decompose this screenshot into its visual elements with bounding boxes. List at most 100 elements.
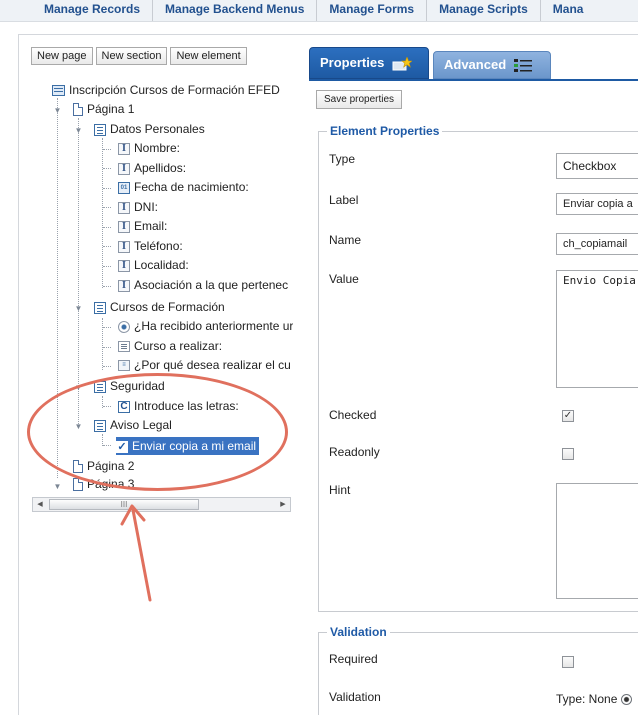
section-icon [94,380,106,393]
tree-node-aviso-legal[interactable]: Aviso Legal [94,417,172,434]
validation-label: Validation [329,690,381,704]
nav-manage-forms[interactable]: Manage Forms [317,0,428,21]
tree-node-form[interactable]: Inscripción Cursos de Formación EFED [52,82,280,99]
tab-properties[interactable]: Properties [309,47,429,79]
tree-node-label: Localidad: [134,258,189,272]
tree-node-recibido[interactable]: ¿Ha recibido anteriormente ur [118,318,293,335]
tab-underline [309,79,643,81]
tree-node-por-que[interactable]: ≡ ¿Por qué desea realizar el cu [118,357,293,374]
nav-manage-scripts[interactable]: Manage Scripts [427,0,541,21]
tree-connector [102,318,103,370]
tree-connector [103,227,111,228]
tab-label: Advanced [444,57,507,72]
type-select[interactable]: Checkbox [556,153,643,179]
readonly-checkbox[interactable] [562,448,574,460]
validation-legend: Validation [327,624,390,640]
nav-manage-records[interactable]: Manage Records [0,0,154,21]
required-checkbox[interactable] [562,656,574,668]
tree-node-apellidos[interactable]: I Apellidos: [118,160,186,177]
validation-type: Type: None [556,692,632,706]
hint-textarea[interactable] [556,483,643,599]
tree-node-label: Nombre: [134,141,181,155]
tree-connector [103,207,111,208]
tree-node-enviar-copia[interactable]: ✓ Enviar copia a mi email [116,437,260,455]
tree-node-asociacion[interactable]: I Asociación a la que pertenec [118,277,293,294]
readonly-label: Readonly [329,445,380,459]
collapse-arrow-icon[interactable]: ▼ [74,383,83,392]
tree-node-curso-realizar[interactable]: Curso a realizar: [118,338,222,355]
element-properties-legend: Element Properties [327,123,443,139]
tree-connector [78,118,79,428]
tree-node-telefono[interactable]: I Teléfono: [118,238,183,255]
collapse-arrow-icon[interactable]: ▼ [74,126,83,135]
top-navigation: Manage Records Manage Backend Menus Manage… [0,0,643,22]
text-field-icon: I [118,162,130,175]
form-icon [52,85,65,97]
tree-node-page3[interactable]: Página 3 [73,476,134,493]
tree-node-label: Apellidos: [134,161,187,175]
tree-node-dni[interactable]: I DNI: [118,199,158,216]
name-label: Name [329,233,362,247]
tree-node-captcha[interactable]: C Introduce las letras: [118,398,239,415]
scroll-thumb[interactable]: III [49,499,199,510]
tree-node-fecha[interactable]: 01 Fecha de nacimiento: [118,179,249,196]
tree-node-nombre[interactable]: I Nombre: [118,140,180,157]
tree-node-label: Teléfono: [134,239,183,253]
label-input[interactable]: Enviar copia a [556,193,643,215]
tree-connector [103,286,111,287]
new-page-button[interactable]: New page [31,47,93,65]
tree-node-page2[interactable]: Página 2 [73,458,134,475]
collapse-arrow-icon[interactable]: ▼ [53,482,62,491]
tree-connector [103,327,111,328]
tree-node-label: Cursos de Formación [110,300,225,314]
tree-connector [103,366,111,367]
tree-connector [103,347,111,348]
checkbox-field-icon: ✓ [116,440,128,453]
tree-toolbar: New page New section New element [31,47,250,65]
section-icon [94,419,106,432]
tree-node-label: Email: [134,219,168,233]
tree-node-email[interactable]: I Email: [118,218,167,235]
tree-node-page1[interactable]: Página 1 [73,101,134,118]
tab-advanced[interactable]: Advanced [433,51,551,79]
tree-connector [103,246,111,247]
value-textarea[interactable]: Envio Copia [556,270,643,388]
tree-connector [103,445,111,446]
checked-label: Checked [329,408,377,422]
page-icon [73,460,83,474]
scroll-right-arrow-icon[interactable]: ▶ [276,498,290,511]
tree-node-label: Curso a realizar: [134,339,223,353]
tree-node-label: Aviso Legal [110,418,172,432]
star-pencil-icon [392,56,412,71]
name-input[interactable]: ch_copiamail [556,233,643,255]
page-icon [73,478,83,492]
text-field-icon: I [118,142,130,155]
new-element-button[interactable]: New element [170,47,247,65]
tab-label: Properties [320,55,385,70]
tree-node-seguridad[interactable]: Seguridad [94,378,165,395]
right-edge [638,0,643,715]
checked-checkbox[interactable]: ✓ [562,410,574,422]
tree-node-label: Inscripción Cursos de Formación EFED [69,83,280,97]
validation-none-radio[interactable] [620,694,632,706]
collapse-arrow-icon[interactable]: ▼ [74,422,83,431]
tree-node-label: ¿Por qué desea realizar el cu [134,358,291,372]
save-properties-button[interactable]: Save properties [316,90,403,109]
collapse-arrow-icon[interactable]: ▼ [74,304,83,313]
tree-connector [103,168,111,169]
section-icon [94,301,106,314]
hint-label: Hint [329,483,351,497]
nav-manage-more[interactable]: Mana [541,0,596,21]
tree-node-cursos[interactable]: Cursos de Formación [94,299,225,316]
list-settings-icon [513,58,532,72]
tree-connector [57,98,58,478]
tree-node-label: Página 2 [87,459,135,473]
new-section-button[interactable]: New section [95,47,168,65]
collapse-arrow-icon[interactable]: ▼ [53,106,62,115]
value-label: Value [329,272,359,286]
nav-manage-backend-menus[interactable]: Manage Backend Menus [153,0,318,21]
tree-node-localidad[interactable]: I Localidad: [118,257,189,274]
tree-node-datos-personales[interactable]: Datos Personales [94,121,205,138]
tree-horizontal-scrollbar[interactable]: ◀ III ▶ [32,497,291,512]
scroll-left-arrow-icon[interactable]: ◀ [33,498,47,511]
